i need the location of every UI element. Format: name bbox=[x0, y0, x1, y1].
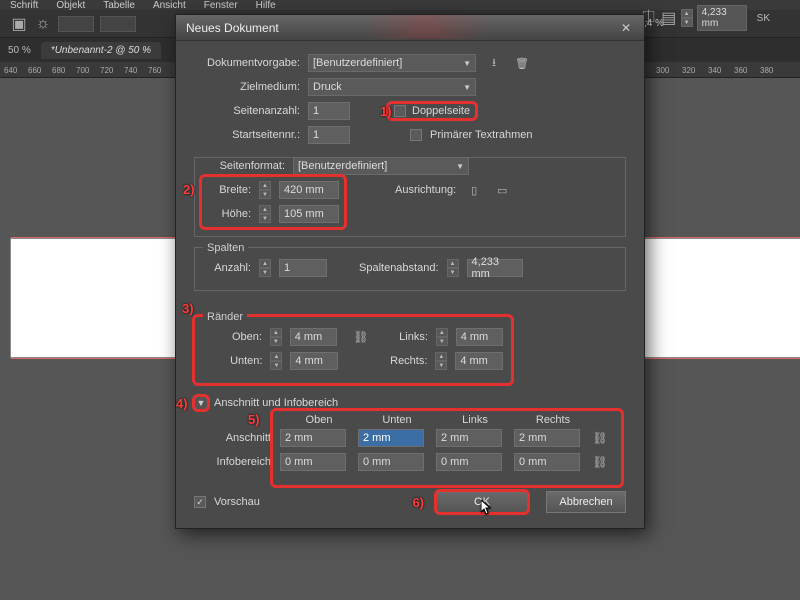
primary-frame-checkbox[interactable] bbox=[410, 129, 422, 141]
link-bleed-icon[interactable]: ⛓ bbox=[592, 431, 608, 445]
intent-label: Zielmedium: bbox=[194, 81, 300, 93]
preview-label: Vorschau bbox=[214, 496, 260, 508]
bleed-bottom-input[interactable]: 2 mm bbox=[358, 429, 424, 447]
ok-button[interactable]: OK bbox=[436, 491, 528, 513]
margin-left-label: Links: bbox=[385, 331, 428, 343]
new-document-dialog: Neues Dokument ✕ Dokumentvorgabe: [Benut… bbox=[175, 14, 645, 529]
annotation-marker: 1) bbox=[380, 104, 392, 119]
measure-field[interactable]: 4,233 mm bbox=[697, 5, 747, 31]
link-slug-icon[interactable]: ⛓ bbox=[592, 455, 608, 469]
menu-item[interactable]: Ansicht bbox=[153, 0, 186, 11]
close-icon[interactable]: ✕ bbox=[618, 20, 634, 36]
format-select[interactable]: [Benutzerdefiniert]▼ bbox=[293, 157, 469, 175]
link-margins-icon[interactable]: ⛓ bbox=[353, 330, 369, 344]
disclosure-toggle[interactable]: ▼ bbox=[194, 396, 208, 410]
orientation-label: Ausrichtung: bbox=[395, 184, 456, 196]
gutter-input[interactable]: 4,233 mm bbox=[467, 259, 523, 277]
bleed-label: Anschnitt: bbox=[194, 432, 280, 444]
margin-bottom-stepper[interactable]: ▲▼ bbox=[270, 352, 282, 370]
column-count-stepper[interactable]: ▲▼ bbox=[259, 259, 271, 277]
grid-header: Unten bbox=[358, 414, 436, 426]
grid-header: Links bbox=[436, 414, 514, 426]
pages-label: Seitenanzahl: bbox=[194, 105, 300, 117]
margins-legend: Ränder bbox=[203, 311, 247, 323]
gutter-label: Spaltenabstand: bbox=[359, 262, 439, 274]
columns-fieldset: Spalten Anzahl: ▲▼ 1 Spaltenabstand: ▲▼ … bbox=[194, 247, 626, 291]
bleed-top-input[interactable]: 2 mm bbox=[280, 429, 346, 447]
primary-frame-label: Primärer Textrahmen bbox=[430, 129, 533, 141]
margin-left-input[interactable]: 4 mm bbox=[456, 328, 503, 346]
width-stepper[interactable]: ▲▼ bbox=[259, 181, 271, 199]
annotation-marker: 3) bbox=[182, 301, 194, 316]
slug-right-input[interactable]: 0 mm bbox=[514, 453, 580, 471]
align-icon[interactable]: ▤ bbox=[661, 10, 677, 26]
height-input[interactable]: 105 mm bbox=[279, 205, 339, 223]
preset-select[interactable]: [Benutzerdefiniert]▼ bbox=[308, 54, 476, 72]
facing-label: Doppelseite bbox=[412, 105, 470, 117]
slug-left-input[interactable]: 0 mm bbox=[436, 453, 502, 471]
bleed-slug-title: Anschnitt und Infobereich bbox=[214, 397, 338, 409]
intent-select[interactable]: Druck▼ bbox=[308, 78, 476, 96]
annotation-marker: 6) bbox=[412, 495, 424, 510]
dialog-titlebar[interactable]: Neues Dokument ✕ bbox=[176, 15, 644, 41]
sk-label: SK bbox=[757, 13, 770, 24]
menu-item[interactable]: Hilfe bbox=[256, 0, 276, 11]
menu-item[interactable]: Tabelle bbox=[103, 0, 135, 11]
margin-right-stepper[interactable]: ▲▼ bbox=[435, 352, 447, 370]
column-count-label: Anzahl: bbox=[203, 262, 251, 274]
dialog-title: Neues Dokument bbox=[186, 21, 279, 35]
menu-item[interactable]: Fenster bbox=[204, 0, 238, 11]
stroke-swatch[interactable] bbox=[58, 16, 94, 32]
facing-checkbox[interactable] bbox=[394, 105, 406, 117]
margin-top-label: Oben: bbox=[203, 331, 262, 343]
preset-label: Dokumentvorgabe: bbox=[194, 57, 300, 69]
menu-item[interactable]: Objekt bbox=[56, 0, 85, 11]
zoom-label: 50 % bbox=[8, 45, 31, 56]
margin-left-stepper[interactable]: ▲▼ bbox=[436, 328, 448, 346]
delete-preset-icon[interactable]: 🗑 bbox=[512, 53, 532, 73]
width-label: Breite: bbox=[203, 184, 251, 196]
preview-checkbox[interactable]: ✓ bbox=[194, 496, 206, 508]
width-input[interactable]: 420 mm bbox=[279, 181, 339, 199]
highlight-box: Doppelseite bbox=[388, 103, 476, 119]
slug-bottom-input[interactable]: 0 mm bbox=[358, 453, 424, 471]
margin-top-input[interactable]: 4 mm bbox=[290, 328, 337, 346]
slug-top-input[interactable]: 0 mm bbox=[280, 453, 346, 471]
margin-right-label: Rechts: bbox=[384, 355, 428, 367]
startpage-input[interactable]: 1 bbox=[308, 126, 350, 144]
bleed-right-input[interactable]: 2 mm bbox=[514, 429, 580, 447]
menu-item[interactable]: Schrift bbox=[10, 0, 38, 11]
save-preset-icon[interactable]: ⭳ bbox=[484, 53, 504, 73]
format-label: Seitenformat: bbox=[203, 160, 285, 172]
margins-fieldset: Ränder Oben: ▲▼ 4 mm ⛓ Links: ▲▼ 4 mm Un… bbox=[194, 316, 512, 384]
margin-bottom-label: Unten: bbox=[203, 355, 262, 367]
stepper[interactable]: ▲▼ bbox=[681, 9, 693, 27]
gutter-stepper[interactable]: ▲▼ bbox=[447, 259, 459, 277]
slug-label: Infobereich: bbox=[194, 456, 280, 468]
portrait-icon[interactable]: ▯ bbox=[464, 180, 484, 200]
grid-header: Rechts bbox=[514, 414, 592, 426]
cancel-button[interactable]: Abbrechen bbox=[546, 491, 626, 513]
sun-icon[interactable]: ☼ bbox=[34, 15, 52, 33]
page-format-fieldset: Seitenformat: [Benutzerdefiniert]▼ 2) Br… bbox=[194, 157, 626, 237]
annotation-marker: 4) bbox=[176, 396, 188, 411]
fill-swatch[interactable] bbox=[100, 16, 136, 32]
fill-icon[interactable]: ▣ bbox=[10, 15, 28, 33]
height-stepper[interactable]: ▲▼ bbox=[259, 205, 271, 223]
pages-input[interactable]: 1 bbox=[308, 102, 350, 120]
landscape-icon[interactable]: ▭ bbox=[492, 180, 512, 200]
margin-right-input[interactable]: 4 mm bbox=[455, 352, 503, 370]
grid-header: Oben bbox=[280, 414, 358, 426]
startpage-label: Startseitennr.: bbox=[194, 129, 300, 141]
height-label: Höhe: bbox=[203, 208, 251, 220]
annotation-marker: 5) bbox=[248, 412, 260, 427]
bleed-left-input[interactable]: 2 mm bbox=[436, 429, 502, 447]
annotation-marker: 2) bbox=[183, 182, 195, 197]
margin-bottom-input[interactable]: 4 mm bbox=[290, 352, 338, 370]
margin-top-stepper[interactable]: ▲▼ bbox=[270, 328, 282, 346]
document-tab[interactable]: *Unbenannt-2 @ 50 % bbox=[41, 42, 161, 59]
column-count-input[interactable]: 1 bbox=[279, 259, 327, 277]
columns-legend: Spalten bbox=[203, 242, 248, 254]
